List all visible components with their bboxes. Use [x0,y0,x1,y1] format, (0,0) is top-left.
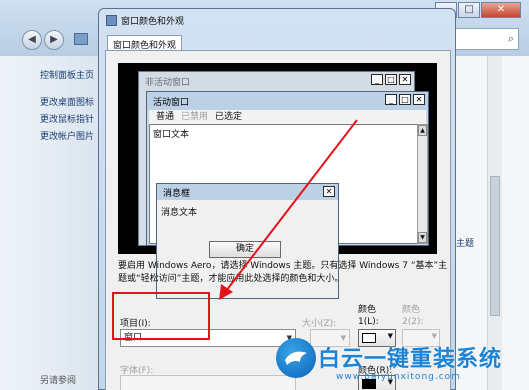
arrow-shaft [225,119,358,292]
watermark-brand: 白云一键重装系统 [318,347,503,372]
watermark-url: www.baiyunxitong.com [336,372,461,382]
bird-logo-icon [276,338,316,378]
arrow-head [219,284,233,300]
annotation-arrow [219,119,358,300]
